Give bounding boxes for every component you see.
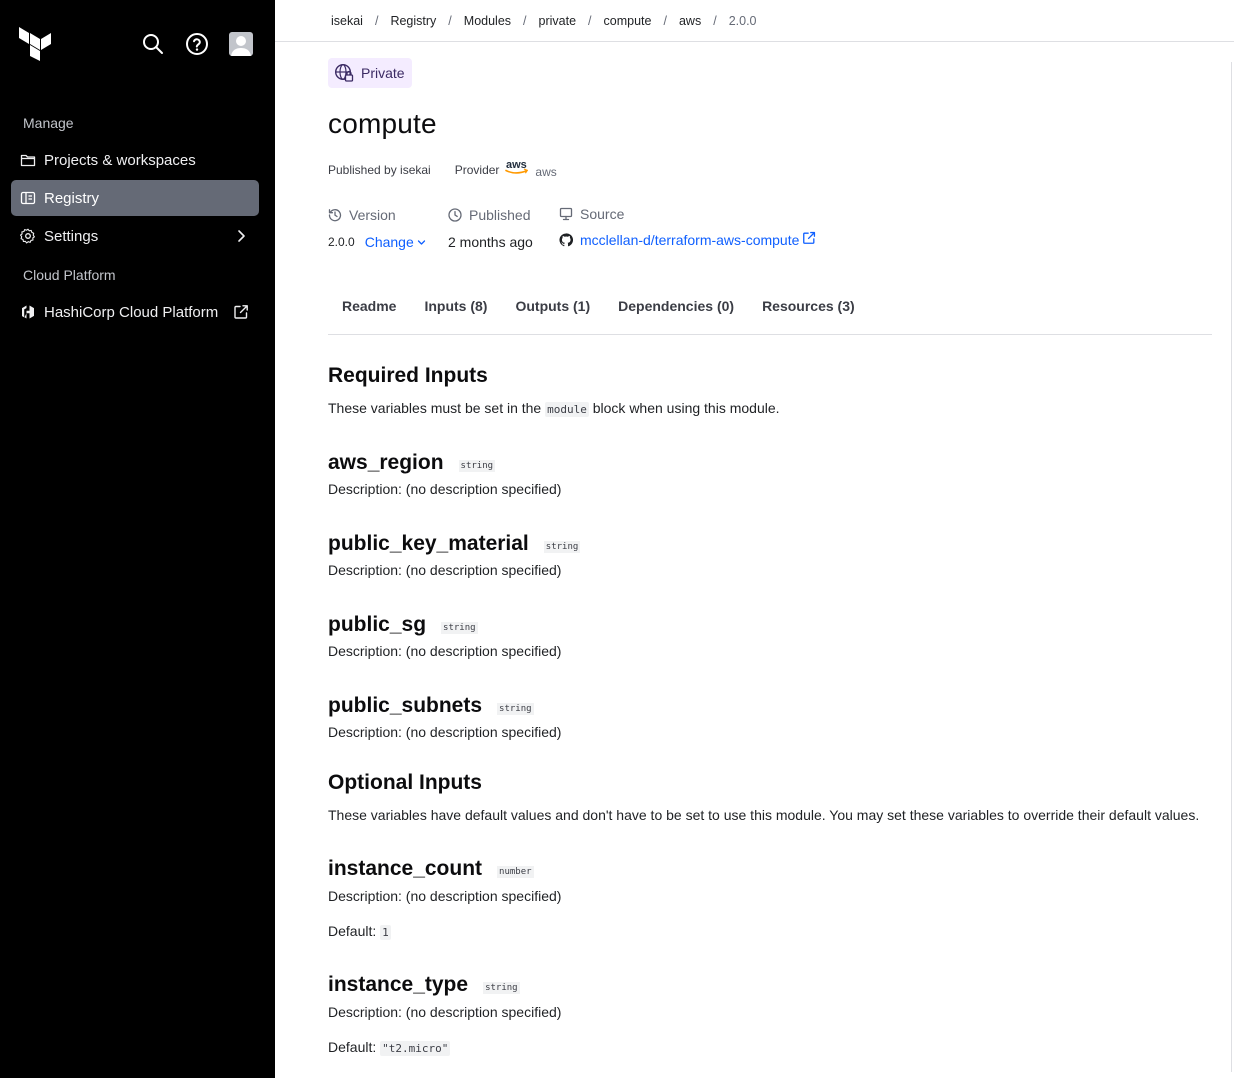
github-icon xyxy=(559,233,573,247)
published-block: Published 2 months ago xyxy=(448,206,533,250)
sidebar-item-hashicorp-cloud-platform[interactable]: HashiCorp Cloud Platform xyxy=(11,294,259,330)
tab-resources[interactable]: Resources (3) xyxy=(762,292,855,334)
provider-label: Provider xyxy=(454,163,500,177)
published-label: Published xyxy=(448,206,533,224)
source-value-row: mcclellan-d/terraform-aws-compute xyxy=(559,231,816,248)
sidebar-item-registry[interactable]: Registry xyxy=(11,180,259,216)
svg-text:aws: aws xyxy=(506,159,527,171)
page-title: compute xyxy=(328,108,437,139)
breadcrumb-item-provider[interactable]: aws xyxy=(679,14,701,28)
private-globe-lock-icon xyxy=(334,63,354,83)
version-value: 2.0.0 xyxy=(328,235,355,249)
breadcrumb: isekai / Registry / Modules / private / … xyxy=(275,0,1234,42)
provider-name: aws xyxy=(535,165,557,179)
input-description: Description: (no description specified) xyxy=(328,562,562,578)
sidebar-item-projects-workspaces[interactable]: Projects & workspaces xyxy=(11,142,259,178)
breadcrumb-item-version: 2.0.0 xyxy=(728,13,757,28)
source-block: Source mcclellan-d/terraform-aws-compute xyxy=(559,205,816,248)
input-default: Default: 1 xyxy=(328,923,391,940)
sidebar-item-label: HashiCorp Cloud Platform xyxy=(44,303,219,321)
required-inputs-intro: These variables must be set in the modul… xyxy=(328,400,780,417)
breadcrumb-item-org[interactable]: isekai xyxy=(331,14,363,28)
sidebar-item-settings[interactable]: Settings xyxy=(11,218,259,254)
input-name: aws_region string xyxy=(328,451,496,474)
sidebar-item-label: Settings xyxy=(44,227,99,245)
breadcrumb-item-namespace[interactable]: private xyxy=(539,14,577,28)
history-icon xyxy=(328,208,342,222)
version-label: Version xyxy=(328,206,426,224)
input-description: Description: (no description specified) xyxy=(328,724,562,740)
sidebar-item-label: Registry xyxy=(44,189,100,207)
breadcrumb-separator: / xyxy=(448,13,452,28)
registry-icon xyxy=(20,190,36,206)
input-description: Description: (no description specified) xyxy=(328,643,562,659)
input-name: public_subnets string xyxy=(328,694,534,717)
input-type: string xyxy=(543,541,581,553)
default-value: 1 xyxy=(380,925,391,940)
module-tabs: Readme Inputs (8) Outputs (1) Dependenci… xyxy=(328,292,1212,335)
optional-inputs-heading: Optional Inputs xyxy=(328,771,482,794)
default-value: "t2.micro" xyxy=(380,1041,451,1056)
breadcrumb-separator: / xyxy=(588,13,592,28)
sidebar-item-label: Projects & workspaces xyxy=(44,151,196,169)
optional-inputs-intro: These variables have default values and … xyxy=(328,807,1200,823)
source-label: Source xyxy=(559,205,816,223)
tab-dependencies[interactable]: Dependencies (0) xyxy=(618,292,734,334)
aws-logo-icon: aws xyxy=(505,159,529,175)
breadcrumb-separator: / xyxy=(523,13,527,28)
tab-inputs[interactable]: Inputs (8) xyxy=(424,292,487,334)
breadcrumb-item-registry[interactable]: Registry xyxy=(390,14,436,28)
input-description: Description: (no description specified) xyxy=(328,481,562,497)
input-name: public_sg string xyxy=(328,613,478,636)
published-value: 2 months ago xyxy=(448,234,533,250)
input-description: Description: (no description specified) xyxy=(328,888,562,904)
version-block: Version 2.0.0 Change xyxy=(328,206,426,250)
breadcrumb-item-module[interactable]: compute xyxy=(604,14,652,28)
gear-icon xyxy=(20,228,36,244)
private-badge: Private xyxy=(328,58,412,88)
tab-readme[interactable]: Readme xyxy=(342,292,396,334)
terraform-logo-icon[interactable] xyxy=(19,27,51,61)
required-inputs-heading: Required Inputs xyxy=(328,364,488,387)
sidebar: Manage Projects & workspaces Registry Se… xyxy=(0,0,275,1078)
input-name: instance_count number xyxy=(328,857,534,880)
input-type: string xyxy=(458,460,496,472)
hashicorp-icon xyxy=(20,304,36,320)
chevron-down-icon xyxy=(417,238,426,247)
breadcrumb-separator: / xyxy=(663,13,667,28)
change-version-button[interactable]: Change xyxy=(365,234,426,250)
content-right-border xyxy=(1231,62,1232,1072)
external-link-icon[interactable] xyxy=(802,231,816,245)
published-by-text: Published by isekai xyxy=(328,163,431,177)
tab-outputs[interactable]: Outputs (1) xyxy=(515,292,590,334)
sidebar-section-cloud-platform: Cloud Platform xyxy=(23,267,116,283)
input-default: Default: "t2.micro" xyxy=(328,1039,451,1056)
avatar[interactable] xyxy=(229,32,253,56)
help-icon[interactable] xyxy=(185,32,209,56)
clock-icon xyxy=(448,208,462,222)
monitor-icon xyxy=(559,207,573,221)
input-type: string xyxy=(497,703,534,715)
input-description: Description: (no description specified) xyxy=(328,1004,562,1020)
breadcrumb-separator: / xyxy=(713,13,717,28)
sidebar-section-manage: Manage xyxy=(23,115,74,131)
input-name: instance_type string xyxy=(328,973,520,996)
module-code: module xyxy=(545,402,589,417)
input-type: string xyxy=(441,622,478,634)
version-value-row: 2.0.0 Change xyxy=(328,234,426,250)
external-link-icon xyxy=(233,304,249,320)
input-name: public_key_material string xyxy=(328,532,581,555)
chevron-right-icon xyxy=(233,228,249,244)
folder-icon xyxy=(20,152,36,168)
sidebar-header xyxy=(0,0,275,90)
source-link[interactable]: mcclellan-d/terraform-aws-compute xyxy=(580,232,799,248)
visibility-label: Private xyxy=(361,65,405,81)
search-icon[interactable] xyxy=(141,32,165,56)
breadcrumb-separator: / xyxy=(374,13,379,28)
module-meta-line: Published by isekai Provider aws aws xyxy=(328,159,557,179)
input-type: number xyxy=(497,866,534,878)
breadcrumb-item-modules[interactable]: Modules xyxy=(464,14,511,28)
input-type: string xyxy=(483,982,520,994)
